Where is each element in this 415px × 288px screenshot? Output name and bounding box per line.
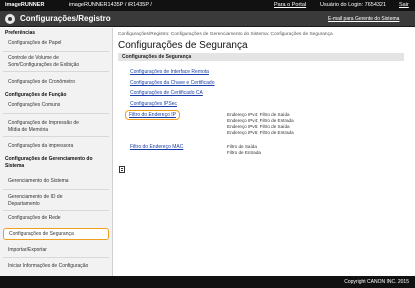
- sidebar-item-label: Configurações de Papel: [8, 40, 62, 46]
- document-icon[interactable]: [119, 166, 125, 173]
- sidebar-heading-function: Configurações de Função: [5, 92, 67, 98]
- sidebar: Preferências Configurações de Papel Cont…: [0, 28, 113, 276]
- link-ipsec[interactable]: Configurações IPSec: [130, 101, 177, 107]
- sidebar-item-label: Controle de Volume de: [8, 55, 59, 61]
- section-header: Configurações de Segurança: [118, 53, 404, 61]
- sidebar-item-label: Configurações de Segurança: [9, 231, 74, 237]
- link-ip-filter[interactable]: Filtro do Endereço IP: [125, 110, 180, 120]
- sidebar-item-common[interactable]: Configurações Comuns: [3, 102, 109, 109]
- title-bar: Configurações/Registro E-mail para Geren…: [0, 11, 415, 27]
- divider: [3, 71, 109, 72]
- sidebar-item-label: Importar/Exportar: [8, 247, 47, 253]
- sidebar-item-label: Mídia de Memória: [8, 126, 49, 133]
- page-title: Configurações de Segurança: [118, 40, 248, 51]
- portal-link[interactable]: Para o Portal: [274, 2, 306, 8]
- settings-gear-icon: [5, 14, 15, 24]
- device-model: imageRUNNER1435P / iR1435P /: [69, 2, 152, 8]
- sidebar-item-label: Configurações de Rede: [8, 215, 61, 221]
- divider: [3, 113, 109, 114]
- sidebar-item-network[interactable]: Configurações de Rede: [3, 215, 109, 222]
- sidebar-item-system-management[interactable]: Gerenciamento do Sistema: [3, 178, 109, 185]
- sidebar-item-label: Configurações de Impressão de: [8, 120, 79, 126]
- sidebar-heading-system-management-2: Sistema: [5, 163, 25, 169]
- sidebar-item-memory-media-print[interactable]: Configurações de Impressão de Mídia de M…: [3, 120, 109, 133]
- sidebar-item-volume-display[interactable]: Controle de Volume de Som/Configurações …: [3, 55, 109, 68]
- description-line: Endereço IPv6: Filtro de Entrada: [227, 130, 294, 135]
- main-content: Configurações/Registro: Configurações de…: [114, 28, 415, 276]
- sidebar-item-timer[interactable]: Configurações de Cronômetro: [3, 79, 109, 86]
- sidebar-item-label: Configurações da impressora: [8, 143, 74, 149]
- divider: [3, 189, 109, 190]
- sidebar-item-department-id[interactable]: Gerenciamento de ID de Departamento: [3, 194, 109, 207]
- mac-filter-description: Filtro de Saída Filtro de Entrada: [227, 144, 261, 156]
- sidebar-heading-system-management: Configurações de Gerenciamento do: [5, 156, 93, 162]
- divider: [3, 136, 109, 137]
- breadcrumb: Configurações/Registro: Configurações de…: [118, 32, 333, 37]
- link-ip-filter-label: Filtro do Endereço IP: [129, 112, 176, 118]
- divider: [3, 210, 109, 211]
- link-mac-filter[interactable]: Filtro do Endereço MAC: [130, 144, 183, 150]
- ip-filter-description: Endereço IPv4: Filtro de Saída Endereço …: [227, 112, 294, 136]
- device-brand: imageRUNNER: [5, 2, 45, 8]
- sidebar-item-printer[interactable]: Configurações da impressora: [3, 143, 109, 150]
- link-key-certificate[interactable]: Configurações da Chave e Certificado: [130, 80, 215, 86]
- logout-link[interactable]: Sair: [399, 2, 409, 8]
- sidebar-heading-preferences: Preferências: [5, 30, 36, 36]
- sidebar-item-label: Som/Configurações de Exibição: [8, 61, 80, 68]
- link-ca-certificate[interactable]: Configurações de Certificado CA: [130, 90, 203, 96]
- divider: [3, 51, 109, 52]
- footer: Copyright CANON INC. 2015: [0, 276, 415, 288]
- description-line: Filtro de Entrada: [227, 150, 261, 155]
- sidebar-item-label: Gerenciamento de ID de: [8, 194, 63, 200]
- sidebar-item-security[interactable]: Configurações de Segurança: [3, 228, 109, 240]
- sidebar-item-label: Departamento: [8, 200, 40, 207]
- link-remote-ui[interactable]: Configurações de Interface Remota: [130, 69, 209, 75]
- sidebar-item-init-settings[interactable]: Iniciar Informações de Configuração: [3, 263, 109, 270]
- top-bar: imageRUNNER imageRUNNER1435P / iR1435P /…: [0, 0, 415, 11]
- sidebar-item-label: Configurações Comuns: [8, 102, 61, 108]
- copyright-text: Copyright CANON INC. 2015: [344, 279, 409, 285]
- sidebar-item-import-export[interactable]: Importar/Exportar: [3, 247, 109, 254]
- sidebar-item-paper[interactable]: Configurações de Papel: [3, 40, 109, 47]
- app-title: Configurações/Registro: [20, 14, 111, 23]
- sidebar-item-label: Iniciar Informações de Configuração: [8, 263, 89, 269]
- sidebar-item-label: Gerenciamento do Sistema: [8, 178, 69, 184]
- divider: [3, 257, 109, 258]
- section-title: Configurações de Segurança: [122, 54, 192, 60]
- login-user-label: Usuário do Login: 7654321: [320, 2, 387, 8]
- sidebar-item-label: Configurações de Cronômetro: [8, 79, 75, 85]
- email-admin-link[interactable]: E-mail para Gerente do Sistema: [328, 16, 399, 22]
